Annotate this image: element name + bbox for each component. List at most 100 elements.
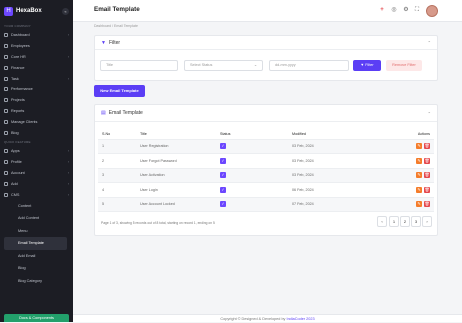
sidebar-item-add[interactable]: Add › xyxy=(0,178,73,189)
sidebar-subitem-blog[interactable]: Blog xyxy=(4,262,67,275)
sidebar-item-label: Account xyxy=(11,170,25,175)
chevron-right-icon: › xyxy=(67,76,69,81)
table-header[interactable]: ▤ Email Template ⌃ xyxy=(95,105,437,122)
edit-icon[interactable]: ✎ xyxy=(416,186,422,193)
docs-components-button[interactable]: Docs & Components xyxy=(4,314,69,322)
sidebar-subitem-blog-category[interactable]: Blog Category xyxy=(4,275,67,288)
delete-icon[interactable]: 🗑 xyxy=(424,172,430,179)
page-2-button[interactable]: 2 xyxy=(400,216,410,227)
cell-modified: 03 Feb, 2024 xyxy=(288,153,364,169)
next-page-button[interactable]: › xyxy=(422,216,432,227)
menu-item-icon xyxy=(4,98,8,103)
delete-icon[interactable]: 🗑 xyxy=(424,157,430,164)
chevron-up-icon[interactable]: ⌃ xyxy=(428,40,431,45)
sidebar-item-dashboard[interactable]: Dashboard › xyxy=(0,30,73,41)
plus-icon[interactable]: + xyxy=(378,6,386,14)
sidebar-item-profile[interactable]: Profile › xyxy=(0,157,73,168)
menu-item-icon xyxy=(4,119,8,124)
title-input[interactable]: Title xyxy=(100,60,178,71)
sidebar-item-label: Apps xyxy=(11,149,20,154)
status-checkbox[interactable]: ✓ xyxy=(220,201,226,208)
table-title: Email Template xyxy=(108,110,143,116)
filter-icon: ▼ xyxy=(101,39,106,46)
sidebar-subitem-add-email[interactable]: Add Email xyxy=(4,250,67,263)
sidebar-subitem-content[interactable]: Content xyxy=(4,200,67,213)
date-input[interactable]: dd-mm-yyyy xyxy=(269,60,349,71)
sidebar-item-finance[interactable]: Finance xyxy=(0,62,73,73)
sidebar-item-performance[interactable]: Performance xyxy=(0,84,73,95)
section-label: QUICK FEATURE xyxy=(4,139,31,144)
menu-item-icon xyxy=(4,192,8,197)
sidebar-subitem-menu[interactable]: Menu xyxy=(4,225,67,238)
new-email-template-button[interactable]: New Email Template xyxy=(94,85,145,97)
gear-icon[interactable]: ⚙ xyxy=(402,6,410,14)
table-row: 3 User Activation ✓ 03 Feb, 2024 ✎ 🗑 xyxy=(98,168,434,183)
table-row: 2 User Forgot Password ✓ 03 Feb, 2024 ✎ 🗑 xyxy=(98,153,434,169)
page-title: Email Template xyxy=(94,6,140,13)
menu-item-icon xyxy=(4,149,8,154)
chevron-right-icon: › xyxy=(67,181,69,186)
edit-icon[interactable]: ✎ xyxy=(416,157,422,164)
delete-icon[interactable]: 🗑 xyxy=(424,186,430,193)
topbar: Email Template + ◎ ⚙ ⛶ xyxy=(73,0,462,22)
status-checkbox[interactable]: ✓ xyxy=(220,157,226,164)
cell-sno: 1 xyxy=(98,139,136,154)
sidebar-item-task[interactable]: Task › xyxy=(0,73,73,84)
globe-icon[interactable]: ◎ xyxy=(390,6,398,14)
sidebar-item-label: Performance xyxy=(11,87,33,92)
filter-header[interactable]: ▼ Filter ⌃ xyxy=(95,36,437,50)
sidebar-item-core-hr[interactable]: Core HR › xyxy=(0,52,73,63)
col-actions: Actions xyxy=(363,129,434,140)
sidebar-item-apps[interactable]: Apps › xyxy=(0,146,73,157)
document-icon: ▤ xyxy=(101,110,106,116)
menu-item-icon xyxy=(4,65,8,70)
sidebar-item-account[interactable]: Account › xyxy=(0,168,73,179)
page-1-button[interactable]: 1 xyxy=(389,216,399,227)
table-row: 5 User Account Locked ✓ 07 Feb, 2024 ✎ 🗑 xyxy=(98,197,434,212)
menu-item-icon xyxy=(4,181,8,186)
brand: H HexaBox « xyxy=(0,0,73,22)
status-select[interactable]: Select Status ⌄ xyxy=(184,60,263,71)
sidebar-item-label: Projects xyxy=(11,98,25,103)
filter-button[interactable]: ▼ Filter xyxy=(353,60,381,71)
sidebar-item-manage-clients[interactable]: Manage Clients xyxy=(0,116,73,127)
sidebar-subitem-add-content[interactable]: Add Content xyxy=(4,212,67,225)
sidebar-item-label: Profile xyxy=(11,160,22,165)
page-3-button[interactable]: 3 xyxy=(411,216,421,227)
sidebar-item-label: Employees xyxy=(11,44,30,49)
status-checkbox[interactable]: ✓ xyxy=(220,172,226,179)
cell-title: User Activation xyxy=(136,168,216,183)
sidebar-collapse-button[interactable]: « xyxy=(62,7,69,15)
cell-title: User Login xyxy=(136,182,216,198)
chevron-down-icon: ⌄ xyxy=(253,63,257,67)
pagination-info: Page 1 of 3, showing 5 records out of 8 … xyxy=(101,221,215,225)
sidebar-item-cms[interactable]: CMS › xyxy=(0,189,73,200)
cell-modified: 06 Feb, 2024 xyxy=(288,182,364,198)
edit-icon[interactable]: ✎ xyxy=(416,201,422,208)
sidebar-item-label: Blog xyxy=(11,130,19,135)
cell-sno: 2 xyxy=(98,153,136,169)
chevron-up-icon[interactable]: ⌃ xyxy=(428,111,431,116)
section-label: YOUR COMPANY xyxy=(4,24,31,28)
cell-sno: 4 xyxy=(98,182,136,198)
prev-page-button[interactable]: ‹ xyxy=(377,216,387,227)
edit-icon[interactable]: ✎ xyxy=(416,172,422,179)
status-checkbox[interactable]: ✓ xyxy=(220,186,226,193)
brand-name: HexaBox xyxy=(16,8,42,14)
delete-icon[interactable]: 🗑 xyxy=(424,201,430,208)
cell-modified: 03 Feb, 2024 xyxy=(288,168,364,183)
sidebar-item-blog[interactable]: Blog xyxy=(0,127,73,138)
remove-filter-button[interactable]: Remove Filter xyxy=(386,60,422,71)
fullscreen-icon[interactable]: ⛶ xyxy=(413,6,421,14)
delete-icon[interactable]: 🗑 xyxy=(424,143,430,150)
sidebar-subitem-email-template[interactable]: Email Template xyxy=(4,237,67,250)
sidebar-item-employees[interactable]: Employees xyxy=(0,41,73,52)
sidebar-item-label: Reports xyxy=(11,108,25,113)
edit-icon[interactable]: ✎ xyxy=(416,143,422,150)
footer-link[interactable]: IndiaCoder 2023 xyxy=(287,317,315,321)
sidebar-item-projects[interactable]: Projects xyxy=(0,95,73,106)
chevron-right-icon: › xyxy=(67,160,69,165)
status-checkbox[interactable]: ✓ xyxy=(220,143,226,150)
avatar[interactable] xyxy=(426,5,438,17)
sidebar-item-reports[interactable]: Reports xyxy=(0,106,73,117)
